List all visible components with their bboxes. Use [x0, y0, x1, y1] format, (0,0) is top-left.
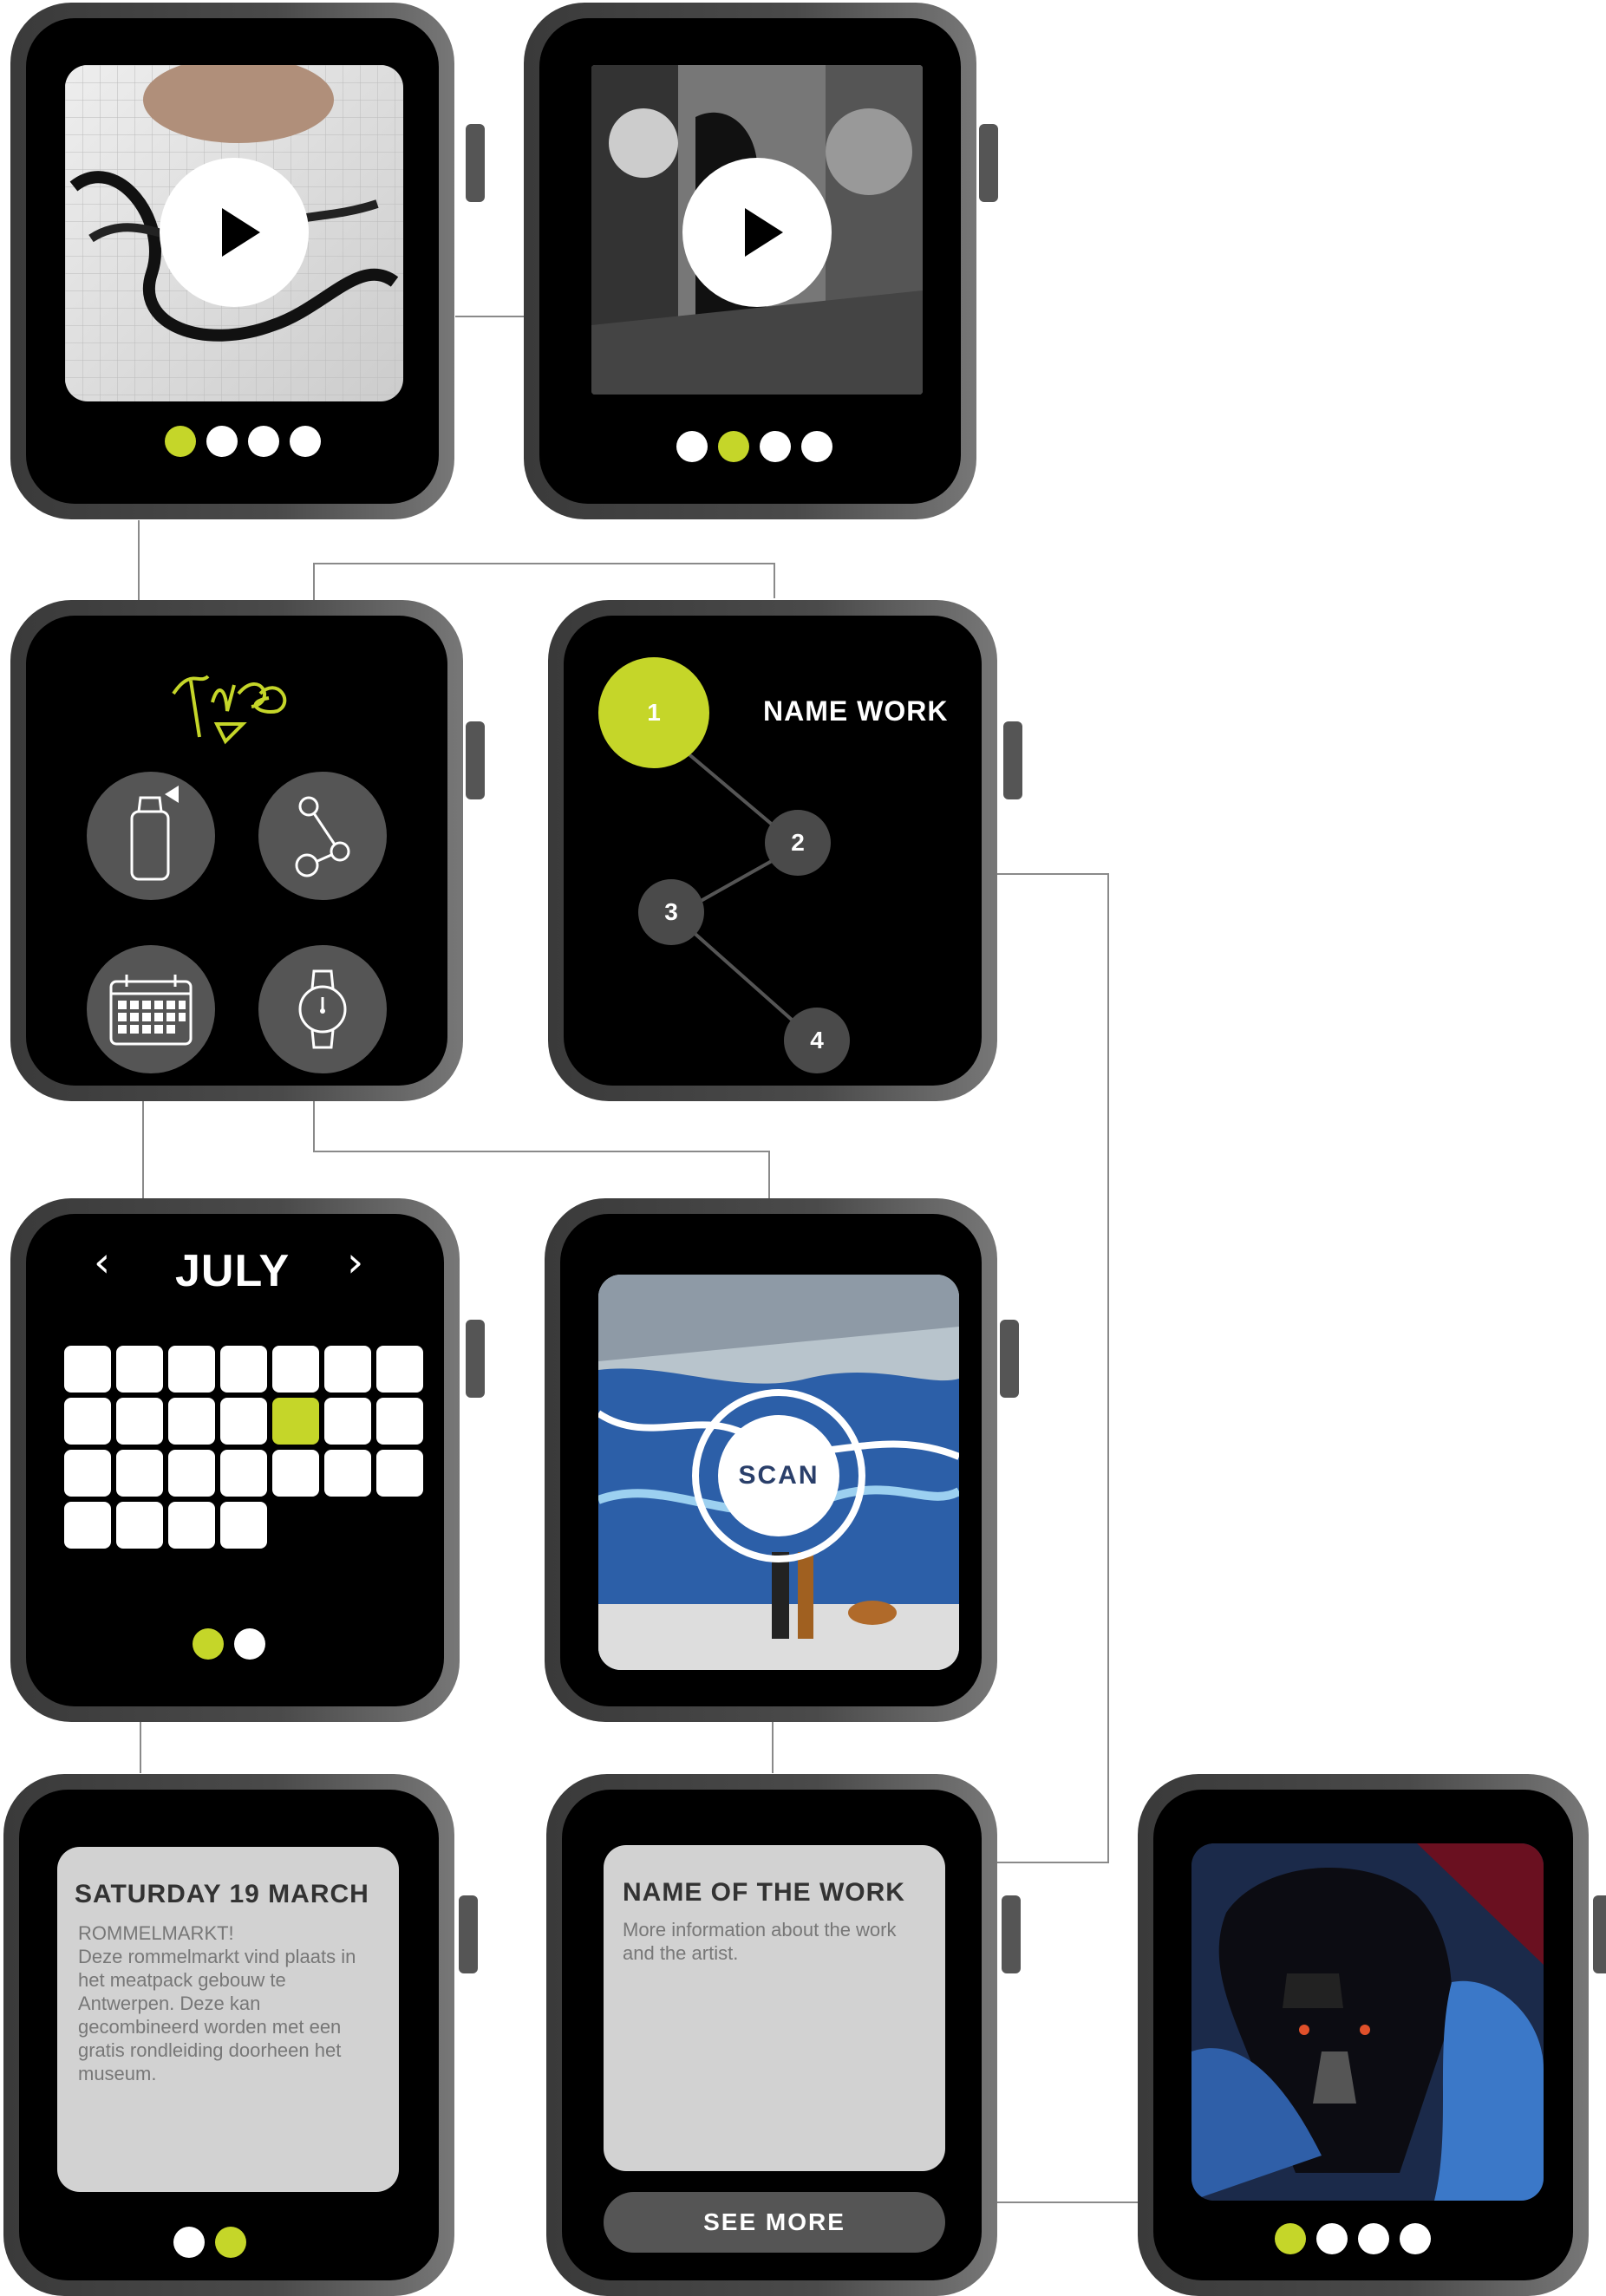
camera-view: SCAN: [598, 1275, 959, 1670]
watch-icon: [298, 969, 347, 1049]
page-dot[interactable]: [760, 431, 791, 462]
calendar-day[interactable]: [64, 1502, 111, 1549]
page-dot[interactable]: [165, 426, 196, 457]
watch-artwork: [1138, 1774, 1606, 2296]
chevron-left-icon[interactable]: ‹: [94, 1238, 110, 1287]
calendar-day[interactable]: [376, 1346, 423, 1393]
page-dot[interactable]: [718, 431, 749, 462]
watch-event: SATURDAY 19 MARCH ROMMELMARKT! Deze romm…: [3, 1774, 478, 2296]
calendar-day[interactable]: [168, 1346, 215, 1393]
step-node-1[interactable]: 1: [598, 657, 709, 768]
step-node-3[interactable]: 3: [638, 879, 704, 945]
page-dot[interactable]: [248, 426, 279, 457]
page-dot[interactable]: [1358, 2223, 1389, 2254]
page-dot[interactable]: [676, 431, 708, 462]
digital-crown[interactable]: [466, 124, 485, 202]
calendar-day[interactable]: [376, 1398, 423, 1445]
spray-can-icon: [130, 786, 179, 881]
digital-crown[interactable]: [1593, 1895, 1606, 1973]
calendar-day[interactable]: [220, 1502, 267, 1549]
calendar-day[interactable]: [64, 1450, 111, 1497]
watch-video-1: [10, 3, 485, 519]
digital-crown[interactable]: [466, 1320, 485, 1398]
digital-crown[interactable]: [1000, 1320, 1019, 1398]
calendar-day[interactable]: [168, 1398, 215, 1445]
tag-logo: [172, 675, 287, 745]
page-indicator: [193, 1628, 265, 1660]
step-node-2[interactable]: 2: [765, 810, 831, 876]
calendar-grid: [64, 1346, 423, 1549]
step-title: NAME WORK: [763, 695, 949, 727]
video-thumbnail-artist[interactable]: [591, 65, 923, 395]
watch-steps: 1 NAME WORK 2 3 4: [548, 600, 1022, 1101]
page-dot[interactable]: [801, 431, 832, 462]
work-description: More information about the work and the …: [623, 1919, 897, 1964]
vader-graffiti: [1191, 1843, 1544, 2201]
digital-crown[interactable]: [979, 124, 998, 202]
calendar-day[interactable]: [168, 1502, 215, 1549]
calendar-day[interactable]: [220, 1346, 267, 1393]
digital-crown[interactable]: [466, 721, 485, 799]
watch-work-info: NAME OF THE WORK More information about …: [546, 1774, 1021, 2296]
calendar-day[interactable]: [116, 1450, 163, 1497]
page-indicator: [173, 2227, 246, 2258]
event-card: SATURDAY 19 MARCH ROMMELMARKT! Deze romm…: [57, 1847, 399, 2192]
page-dot[interactable]: [215, 2227, 246, 2258]
calendar-day[interactable]: [64, 1346, 111, 1393]
scan-target[interactable]: SCAN: [692, 1389, 865, 1562]
step-node-4[interactable]: 4: [784, 1008, 850, 1073]
work-title: NAME OF THE WORK: [623, 1878, 905, 1907]
calendar-day[interactable]: [168, 1450, 215, 1497]
page-dot[interactable]: [1316, 2223, 1348, 2254]
calendar-day[interactable]: [324, 1450, 371, 1497]
share-icon: [295, 796, 350, 877]
page-dot[interactable]: [173, 2227, 205, 2258]
page-indicator: [676, 431, 832, 462]
calendar-day[interactable]: [116, 1346, 163, 1393]
calendar-day[interactable]: [64, 1398, 111, 1445]
page-dot[interactable]: [1400, 2223, 1431, 2254]
work-card: NAME OF THE WORK More information about …: [604, 1845, 945, 2171]
watch-video-2: [524, 3, 998, 519]
calendar-day[interactable]: [324, 1398, 371, 1445]
month-title: JULY: [175, 1246, 291, 1296]
calendar-day-selected[interactable]: [272, 1398, 319, 1445]
page-dot[interactable]: [234, 1628, 265, 1660]
share-button[interactable]: [258, 772, 387, 900]
calendar-icon: [109, 975, 193, 1046]
digital-crown[interactable]: [1002, 1895, 1021, 1973]
see-more-button[interactable]: SEE MORE: [604, 2192, 945, 2253]
calendar-day[interactable]: [220, 1398, 267, 1445]
page-indicator: [1275, 2223, 1431, 2254]
calendar-day[interactable]: [272, 1450, 319, 1497]
page-dot[interactable]: [193, 1628, 224, 1660]
calendar-day[interactable]: [376, 1450, 423, 1497]
scan-button[interactable]: SCAN: [718, 1415, 839, 1536]
page-dot[interactable]: [1275, 2223, 1306, 2254]
play-button[interactable]: [160, 158, 309, 307]
page-indicator: [165, 426, 321, 457]
page-dot[interactable]: [206, 426, 238, 457]
calendar-day[interactable]: [220, 1450, 267, 1497]
digital-crown[interactable]: [459, 1895, 478, 1973]
chevron-right-icon[interactable]: ›: [347, 1238, 363, 1287]
watch-calendar: ‹ JULY ›: [10, 1198, 485, 1722]
calendar-day[interactable]: [116, 1502, 163, 1549]
calendar-day[interactable]: [324, 1346, 371, 1393]
calendar-day[interactable]: [116, 1398, 163, 1445]
digital-crown[interactable]: [1003, 721, 1022, 799]
watch-scan: SCAN: [545, 1198, 1019, 1722]
artwork-image[interactable]: [1191, 1843, 1544, 2201]
spray-can-button[interactable]: [87, 772, 215, 900]
calendar-button[interactable]: [87, 945, 215, 1073]
watch-menu: [10, 600, 485, 1101]
video-thumbnail-drawing[interactable]: [65, 65, 403, 401]
watch-button[interactable]: [258, 945, 387, 1073]
page-dot[interactable]: [290, 426, 321, 457]
event-description: ROMMELMARKT! Deze rommelmarkt vind plaat…: [78, 1922, 356, 2084]
event-date: SATURDAY 19 MARCH: [75, 1880, 369, 1908]
calendar-day[interactable]: [272, 1346, 319, 1393]
play-button[interactable]: [682, 158, 832, 307]
